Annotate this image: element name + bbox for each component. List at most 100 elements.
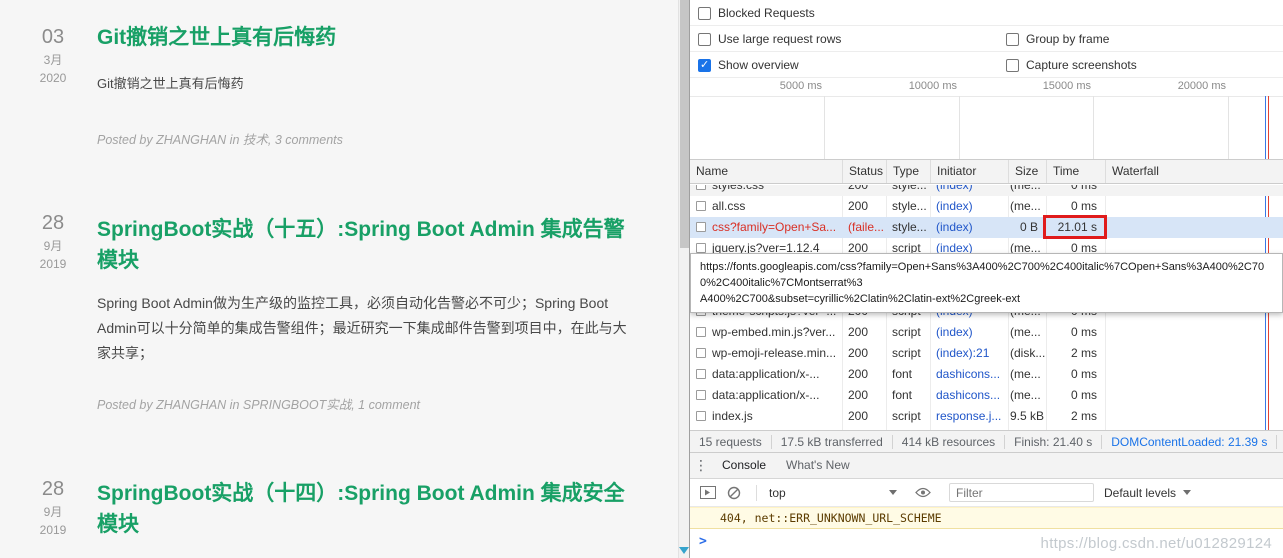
- kebab-menu-icon[interactable]: ⋮: [690, 457, 712, 474]
- request-time: 2 ms: [1046, 343, 1105, 364]
- show-overview-checkbox[interactable]: [698, 59, 711, 72]
- network-row[interactable]: data:application/x-...200fontdashicons..…: [690, 364, 1283, 385]
- request-size: (disk...: [1008, 343, 1046, 364]
- request-initiator-link[interactable]: (index): [930, 322, 1008, 343]
- network-options-row: Use large request rows Group by frame: [690, 26, 1283, 52]
- console-prompt-chevron: >: [699, 534, 707, 549]
- column-header-size[interactable]: Size: [1009, 160, 1047, 183]
- group-by-frame-checkbox[interactable]: [1006, 33, 1019, 46]
- network-row[interactable]: index.js200scriptresponse.j...9.5 kB2 ms: [690, 406, 1283, 427]
- timeline-gridline: [1228, 96, 1229, 159]
- request-initiator-link[interactable]: (index):21: [930, 343, 1008, 364]
- request-time: 0 ms: [1046, 196, 1105, 217]
- request-initiator-link[interactable]: dashicons...: [930, 364, 1008, 385]
- tab-console[interactable]: Console: [712, 453, 776, 478]
- log-levels-dropdown[interactable]: Default levels: [1104, 486, 1191, 500]
- large-rows-option[interactable]: Use large request rows: [698, 26, 841, 52]
- network-row[interactable]: styles.css200style...(index)(me...0 ms: [690, 185, 1283, 196]
- request-name: css?family=Open+Sa...: [712, 217, 836, 238]
- column-header-time[interactable]: Time: [1047, 160, 1106, 183]
- post-excerpt: Spring Boot Admin做为生产级的监控工具，必须自动化告警必不可少；…: [97, 291, 627, 366]
- request-type: style...: [886, 185, 930, 196]
- large-rows-checkbox[interactable]: [698, 33, 711, 46]
- request-checkbox[interactable]: [696, 369, 706, 379]
- network-summary: 15 requests17.5 kB transferred414 kB res…: [690, 430, 1283, 452]
- post-month: 9月: [26, 503, 80, 520]
- request-checkbox[interactable]: [696, 243, 706, 253]
- show-overview-option[interactable]: Show overview: [698, 52, 799, 78]
- group-by-frame-label: Group by frame: [1026, 32, 1109, 46]
- post-meta[interactable]: Posted by ZHANGHAN in SPRINGBOOT实战, 1 co…: [97, 394, 420, 413]
- chevron-down-icon: [1183, 490, 1191, 495]
- tab-whats-new[interactable]: What's New: [776, 453, 860, 478]
- post-meta[interactable]: Posted by ZHANGHAN in 技术, 3 comments: [97, 129, 343, 148]
- network-row[interactable]: data:application/x-...200fontdashicons..…: [690, 385, 1283, 406]
- context-selector[interactable]: top: [763, 486, 903, 500]
- capture-screenshots-option[interactable]: Capture screenshots: [1006, 52, 1137, 78]
- console-filter-input[interactable]: [949, 483, 1094, 502]
- blog-pane: 03 3月 2020 Git撤销之世上真有后悔药 Git撤销之世上真有后悔药 P…: [0, 0, 678, 558]
- column-header-name[interactable]: Name: [690, 160, 843, 183]
- request-checkbox[interactable]: [696, 222, 706, 232]
- column-header-type[interactable]: Type: [887, 160, 931, 183]
- request-checkbox[interactable]: [696, 327, 706, 337]
- capture-screenshots-checkbox[interactable]: [1006, 59, 1019, 72]
- request-checkbox[interactable]: [696, 201, 706, 211]
- network-row[interactable]: wp-emoji-release.min...200script(index):…: [690, 343, 1283, 364]
- request-type: script: [886, 322, 930, 343]
- summary-item: Finish: 21.40 s: [1005, 435, 1102, 449]
- devtools-network-panel: Blocked Requests Use large request rows …: [690, 0, 1283, 558]
- post-day: 03: [26, 26, 80, 48]
- post-month: 9月: [26, 237, 80, 254]
- request-initiator-link[interactable]: (index): [930, 217, 1008, 238]
- request-initiator-link[interactable]: response.j...: [930, 406, 1008, 427]
- request-name: all.css: [712, 196, 745, 217]
- post-year: 2019: [26, 257, 80, 271]
- network-row[interactable]: css?family=Open+Sa...(faile...style...(i…: [690, 217, 1283, 238]
- request-size: (me...: [1008, 196, 1046, 217]
- request-type: script: [886, 406, 930, 427]
- request-size: (me...: [1008, 185, 1046, 196]
- request-initiator-link[interactable]: (index): [930, 185, 1008, 196]
- live-expression-eye-icon[interactable]: [913, 485, 933, 501]
- request-status: 200: [842, 322, 886, 343]
- blocked-requests-checkbox[interactable]: [698, 7, 711, 20]
- column-header-initiator[interactable]: Initiator: [931, 160, 1009, 183]
- request-name: data:application/x-...: [712, 385, 819, 406]
- column-header-status[interactable]: Status: [843, 160, 887, 183]
- show-overview-label: Show overview: [718, 58, 799, 72]
- post-title-link[interactable]: Git撤销之世上真有后悔药: [97, 22, 642, 53]
- request-status: 200: [842, 185, 886, 196]
- clear-console-icon[interactable]: [724, 485, 744, 501]
- network-row[interactable]: all.css200style...(index)(me...0 ms: [690, 196, 1283, 217]
- large-rows-label: Use large request rows: [718, 32, 841, 46]
- request-checkbox[interactable]: [696, 185, 706, 190]
- request-name: styles.css: [712, 185, 764, 196]
- scrollbar-thumb[interactable]: [680, 0, 689, 248]
- post-title-link[interactable]: SpringBoot实战（十五）:Spring Boot Admin 集成告警模…: [97, 214, 642, 276]
- scroll-down-arrow-icon[interactable]: [679, 547, 689, 554]
- timeline-tick: 15000 ms: [1029, 80, 1091, 92]
- request-initiator-link[interactable]: (index): [930, 196, 1008, 217]
- request-checkbox[interactable]: [696, 390, 706, 400]
- request-time: 2 ms: [1046, 406, 1105, 427]
- request-checkbox[interactable]: [696, 411, 706, 421]
- summary-item: 17.5 kB transferred: [772, 435, 893, 449]
- load-event-line: [1268, 96, 1269, 159]
- request-checkbox[interactable]: [696, 348, 706, 358]
- request-initiator-link[interactable]: dashicons...: [930, 385, 1008, 406]
- group-by-frame-option[interactable]: Group by frame: [1006, 26, 1109, 52]
- tooltip-url-line1: https://fonts.googleapis.com/css?family=…: [700, 259, 1273, 291]
- post-date: 28 9月 2019: [26, 212, 80, 271]
- console-sidebar-icon[interactable]: [698, 485, 718, 501]
- blocked-requests-option[interactable]: Blocked Requests: [698, 0, 815, 26]
- blog-scrollbar[interactable]: [678, 0, 689, 558]
- network-options-row: Show overview Capture screenshots: [690, 52, 1283, 78]
- network-overview[interactable]: 5000 ms 10000 ms 15000 ms 20000 ms: [690, 78, 1283, 160]
- column-header-waterfall[interactable]: Waterfall: [1106, 160, 1283, 183]
- timeline-tick: 5000 ms: [760, 80, 822, 92]
- post-title-link[interactable]: SpringBoot实战（十四）:Spring Boot Admin 集成安全模…: [97, 478, 642, 540]
- log-levels-value: Default levels: [1104, 486, 1176, 500]
- request-type: script: [886, 343, 930, 364]
- network-row[interactable]: wp-embed.min.js?ver...200script(index)(m…: [690, 322, 1283, 343]
